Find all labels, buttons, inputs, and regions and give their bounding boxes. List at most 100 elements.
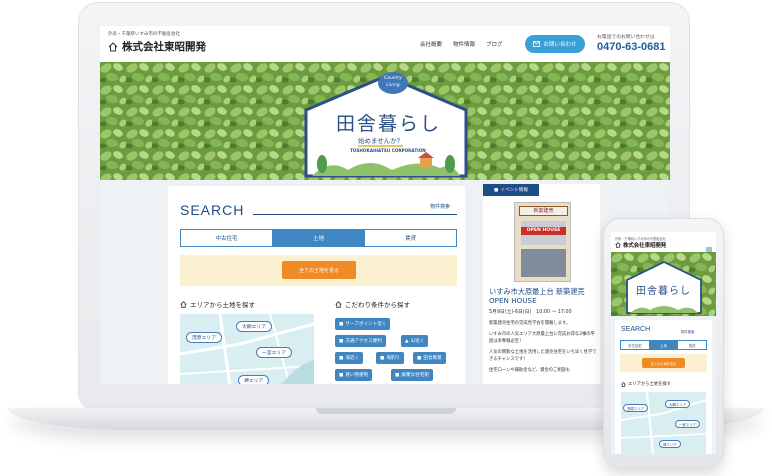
chip-transport[interactable]: ■ 交通アクセス便利 <box>335 335 386 347</box>
event-description: 新築建売住宅の完成見学会を開催します。 いすみ市の人気エリア大原最上台に完成お得… <box>489 320 597 374</box>
chip-icon: ■ <box>417 355 422 361</box>
search-card: SEARCH 物件検索 中古住宅 土地 賃貸 全ての土地を見る エリアから土地を… <box>168 186 465 384</box>
event-card: ■ イベント情報 新築建売 OPEN HOUSE いすみ市大原最上台 新築建売 … <box>483 184 600 384</box>
menu-button[interactable]: MENU <box>705 238 713 260</box>
property-search-link[interactable]: 物件検索 <box>430 203 450 210</box>
condition-chips: ■ サーフポイント近く ■ 交通アクセス便利 ▲ 山近く ■ 海近く ■ 海釣り ■ 田舎風… <box>335 314 457 384</box>
company-logo[interactable]: 株式会社東昭開発 <box>108 39 206 54</box>
event-date: 5月9日(土)-6日(日) 10:00 ～ 17:00 <box>489 310 572 315</box>
phone-search-card: SEARCH 物件検索 中古住宅 土地 賃貸 全ての土地を見る エリアから土地を… <box>615 320 712 454</box>
phone-area-pill-mobara[interactable]: 茂原エリア <box>623 404 648 412</box>
chip-icon: ▲ <box>405 338 409 344</box>
phone-area-map: 茂原エリア 大網エリア 一宮エリア 岬エリア <box>621 392 706 454</box>
chip-countryside[interactable]: ■ 田舎風景 <box>413 352 446 364</box>
phone-area-pill-ichinomiya[interactable]: 一宮エリア <box>675 420 700 428</box>
area-map: 大網エリア 茂原エリア 一宮エリア 岬エリア <box>180 314 314 384</box>
property-type-tabs: 中古住宅 土地 賃貸 <box>180 229 457 247</box>
event-paragraph: 住宅ローンや補助金など、資金のご相談も <box>489 368 571 373</box>
flyer-banner: OPEN HOUSE <box>521 227 566 235</box>
tel-label: お電話でのお問い合わせは <box>597 35 655 40</box>
home-icon <box>335 300 342 308</box>
event-paragraph: いすみ市の人気エリア大原最上台に完成お得な2棟の平屋は争奪戦必至！ <box>489 332 595 344</box>
area-pill-oami[interactable]: 大網エリア <box>236 321 272 332</box>
home-icon <box>621 381 626 387</box>
chip-sea[interactable]: ■ 海近く <box>335 352 364 364</box>
chip-label: 田舎風景 <box>423 356 442 361</box>
chip-residential[interactable]: ■ 廃棄な住宅街 <box>391 369 433 381</box>
mockup-stage: 外房・千葉県いすみ市の不動産会社 株式会社東昭開発 会社概要 物件情報 ブログ … <box>0 0 772 476</box>
condition-search-heading-text: こだわり条件から探す <box>345 301 410 309</box>
contact-button[interactable]: お問い合わせ <box>525 35 585 53</box>
hero-english: TOSHOKAIHATSU CORPORATION <box>350 148 426 153</box>
chip-icon: ■ <box>339 321 344 327</box>
phone-frame: 外房・千葉県いすみ市の不動産会社 株式会社東昭開発 MENU 田舎暮らし <box>603 218 724 468</box>
chip-shopping[interactable]: ■ 買い物便利 <box>335 369 373 381</box>
event-tag: ■ イベント情報 <box>483 184 539 196</box>
tab-rental[interactable]: 賃貸 <box>365 230 456 246</box>
chip-label: 廃棄な住宅街 <box>401 373 429 378</box>
event-paragraph: 新築建売住宅の完成見学会を開催します。 <box>489 321 571 326</box>
home-icon <box>180 300 187 308</box>
chip-label: 買い物便利 <box>345 373 369 378</box>
search-divider <box>253 214 457 215</box>
phone-company-logo[interactable]: 株式会社東昭開発 <box>615 241 666 249</box>
phone-tab-used-house[interactable]: 中古住宅 <box>621 341 650 349</box>
contact-button-label: お問い合わせ <box>543 42 577 48</box>
area-search-heading-text: エリアから土地を探す <box>190 301 255 309</box>
tab-used-house[interactable]: 中古住宅 <box>181 230 273 246</box>
phone-search-link[interactable]: 物件検索 <box>681 329 695 334</box>
laptop-notch <box>316 408 456 414</box>
phone-hero: 田舎暮らし <box>611 252 716 316</box>
chip-icon: ■ <box>339 355 344 361</box>
phone-view-all-button[interactable]: 全ての土地を見る <box>642 358 685 368</box>
nav-item-properties[interactable]: 物件情報 <box>453 40 475 48</box>
chip-icon: ■ <box>339 372 344 378</box>
hero-banner: Country Living 田舎暮らし 始めませんか？ TOSHOKAIHAT… <box>100 62 670 180</box>
phone-tab-land[interactable]: 土地 <box>649 341 679 349</box>
chip-surf-point[interactable]: ■ サーフポイント近く <box>335 318 391 330</box>
event-flyer-image[interactable]: 新築建売 OPEN HOUSE <box>514 202 571 282</box>
chip-label: 山近く <box>410 339 425 344</box>
phone-search-title: SEARCH <box>621 326 651 333</box>
event-title[interactable]: いすみ市大原最上台 新築建売 OPEN HOUSE <box>489 287 597 305</box>
main-nav: 会社概要 物件情報 ブログ <box>420 40 503 48</box>
nav-item-blog[interactable]: ブログ <box>486 40 503 48</box>
tel-number[interactable]: 0470-63-0681 <box>597 41 666 53</box>
phone-company-name: 株式会社東昭開発 <box>623 243 667 249</box>
event-paragraph: 人気の閑散な土地を活用した建売住宅をいち早く見学できるチャンスです！ <box>489 350 597 362</box>
phone-area-heading: エリアから土地を探す <box>621 381 671 387</box>
chip-icon: ■ <box>339 338 344 344</box>
chip-fishing[interactable]: ■ 海釣り <box>376 352 405 364</box>
area-pill-misaki[interactable]: 岬エリア <box>238 375 270 384</box>
chip-icon: ■ <box>380 355 385 361</box>
phone-property-tabs: 中古住宅 土地 賃貸 <box>620 340 707 350</box>
chip-label: 海近く <box>345 356 360 361</box>
phone-screen: 外房・千葉県いすみ市の不動産会社 株式会社東昭開発 MENU 田舎暮らし <box>611 232 716 454</box>
phone-view-all-panel: 全ての土地を見る <box>620 354 707 372</box>
area-pill-mobara[interactable]: 茂原エリア <box>186 332 222 343</box>
chip-icon: ■ <box>395 372 400 378</box>
area-pill-ichinomiya[interactable]: 一宮エリア <box>256 347 292 358</box>
phone-area-pill-oami[interactable]: 大網エリア <box>665 400 690 408</box>
phone-tab-rental[interactable]: 賃貸 <box>678 341 706 349</box>
mail-icon <box>533 41 541 47</box>
company-name: 株式会社東昭開発 <box>122 41 206 53</box>
phone-area-heading-text: エリアから土地を探す <box>628 382 671 387</box>
view-all-land-button[interactable]: 全ての土地を見る <box>282 261 356 279</box>
laptop-screen: 外房・千葉県いすみ市の不動産会社 株式会社東昭開発 会社概要 物件情報 ブログ … <box>100 26 670 384</box>
event-tag-label: イベント情報 <box>500 188 528 193</box>
company-tagline: 外房・千葉県いすみ市の不動産会社 <box>108 32 180 37</box>
phone-area-pill-misaki[interactable]: 岬エリア <box>659 440 681 448</box>
nav-item-company[interactable]: 会社概要 <box>420 40 442 48</box>
hero-subtitle: 始めませんか？ <box>358 137 404 147</box>
home-icon <box>108 41 118 51</box>
flyer-label: 新築建売 <box>519 206 568 216</box>
hero-title: 田舎暮らし <box>336 113 442 135</box>
chip-mountain[interactable]: ▲ 山近く <box>401 335 429 347</box>
flyer-photo <box>521 249 566 277</box>
chip-label: 交通アクセス便利 <box>345 339 382 344</box>
tab-land[interactable]: 土地 <box>273 230 365 246</box>
phone-hero-title: 田舎暮らし <box>636 286 691 297</box>
area-search-heading: エリアから土地を探す <box>180 299 255 309</box>
country-living-badge: Country Living <box>378 72 408 94</box>
